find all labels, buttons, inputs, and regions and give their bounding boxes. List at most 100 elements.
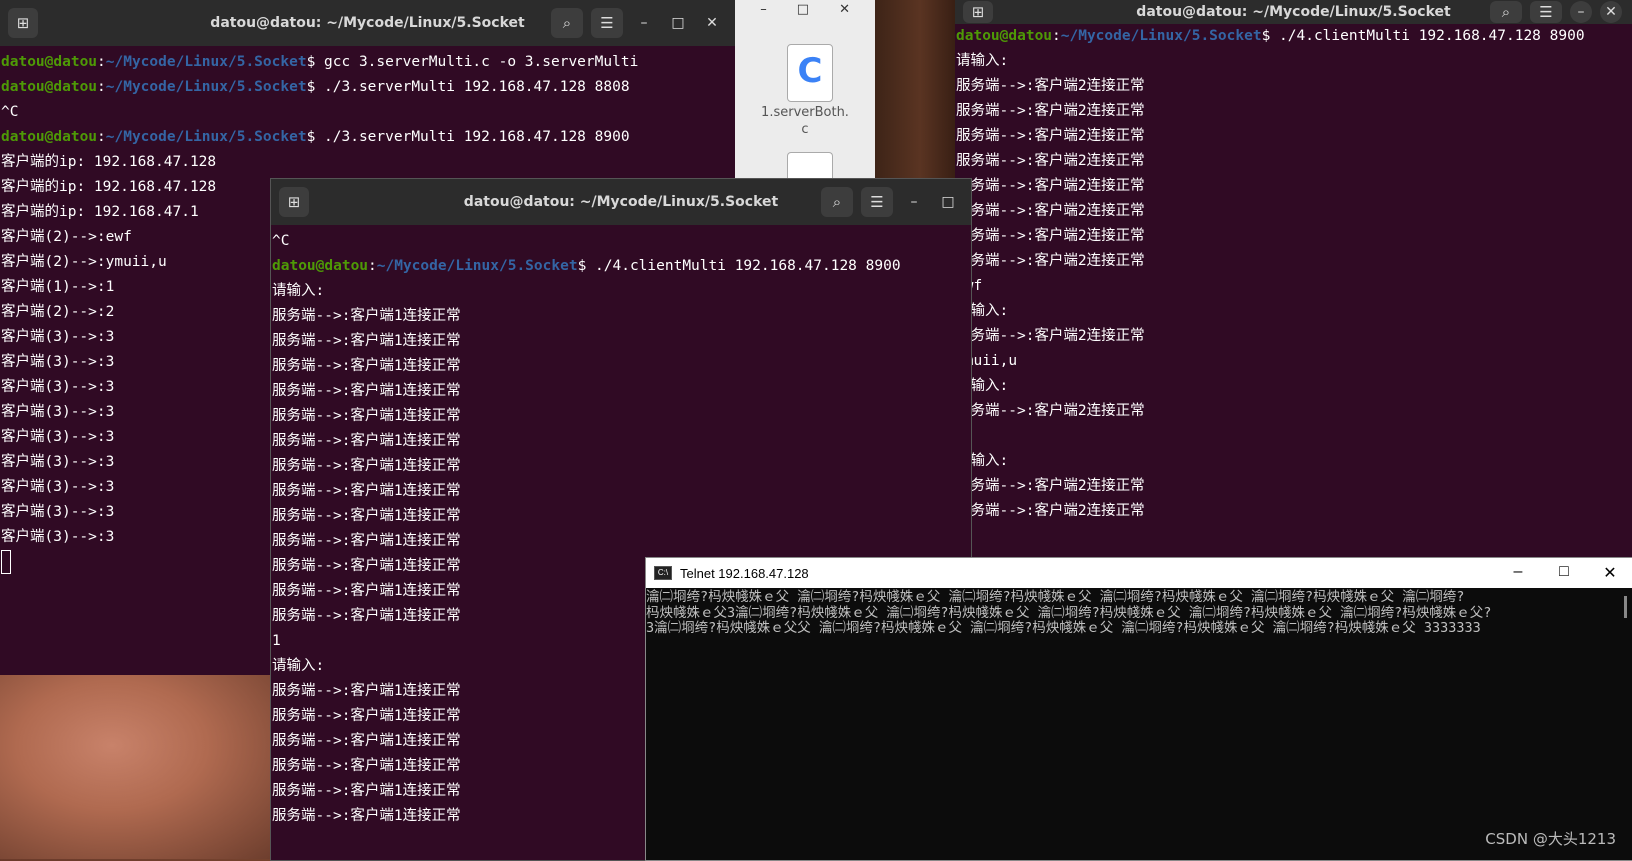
search-button[interactable]: ⌕ [821, 187, 853, 217]
close-button[interactable]: ✕ [1587, 563, 1632, 583]
telnet-titlebar: C:\ Telnet 192.168.47.128 – □ ✕ [646, 558, 1632, 588]
new-tab-icon: ⊞ [971, 3, 985, 21]
output-line: 2 [956, 424, 1632, 449]
minimize-button[interactable]: – [631, 10, 657, 36]
prompt-line: datou@datou:~/Mycode/Linux/5.Socket$ ./4… [956, 28, 1585, 44]
prompt-line: datou@datou:~/Mycode/Linux/5.Socket$ ./3… [1, 129, 630, 145]
search-button[interactable]: ⌕ [1490, 1, 1522, 23]
close-button[interactable]: ✕ [1600, 1, 1622, 23]
output-line: 客户端的ip: 192.168.47.128 [1, 154, 217, 170]
output-line: 服务端-->:客户端2连接正常 [956, 103, 1145, 119]
prompt-line: datou@datou:~/Mycode/Linux/5.Socket$ gcc… [1, 54, 639, 70]
search-icon: ⌕ [562, 14, 572, 32]
minimize-icon: – [1577, 4, 1585, 20]
output-line: 服务端-->:客户端2连接正常 [956, 503, 1145, 519]
output-line: ewf [956, 274, 1632, 299]
minimize-button[interactable]: – [901, 189, 927, 215]
file-icon-letter: C [797, 51, 823, 91]
output-line: 服务端-->:客户端2连接正常 [956, 478, 1145, 494]
output-line: ^C [272, 233, 290, 249]
search-icon: ⌕ [1501, 3, 1511, 21]
menu-button[interactable]: ☰ [1530, 1, 1562, 23]
minimize-button[interactable]: – [1570, 1, 1592, 23]
c-file-icon[interactable]: C [787, 44, 833, 102]
new-tab-button[interactable]: ⊞ [279, 187, 309, 217]
output-lines: 请输入: 服务端-->:客户端2连接正常 服务端-->:客户端2连接正常 服务端-->… [956, 49, 1632, 524]
menu-icon: ☰ [600, 14, 614, 32]
titlebar: ⊞ datou@datou: ~/Mycode/Linux/5.Socket ⌕… [271, 179, 971, 225]
console-icon: C:\ [654, 566, 672, 580]
close-button[interactable]: ✕ [699, 10, 725, 36]
output-line: 服务端-->:客户端1连接正常 [272, 433, 461, 449]
scrollbar[interactable] [1624, 596, 1627, 618]
output-line: 3瀹㈡埛绔?杩炴帴姝ｅ父父 瀹㈡埛绔?杩炴帴姝ｅ父 瀹㈡埛绔?杩炴帴姝ｅ父 瀹㈡… [646, 620, 1481, 636]
output-line: ymuii,u [956, 353, 1018, 369]
output-line: 服务端-->:客户端1连接正常 [272, 333, 461, 349]
maximize-button[interactable]: □ [935, 189, 961, 215]
maximize-button[interactable]: □ [1541, 563, 1587, 583]
new-tab-button[interactable]: ⊞ [963, 1, 993, 23]
file-manager-titlebar: – □ ✕ [735, 0, 875, 24]
close-icon: ✕ [1603, 565, 1617, 582]
close-icon: ✕ [1605, 4, 1617, 20]
output-line: 请输入: [956, 303, 1009, 319]
search-icon: ⌕ [832, 193, 842, 211]
prompt-line: datou@datou:~/Mycode/Linux/5.Socket$ ./4… [272, 258, 901, 274]
minimize-icon[interactable]: – [760, 2, 767, 24]
titlebar: ⊞ datou@datou: ~/Mycode/Linux/5.Socket ⌕… [955, 0, 1632, 24]
output-line: ^C [1, 104, 19, 120]
search-button[interactable]: ⌕ [551, 8, 583, 38]
output-line: 服务端-->:客户端2连接正常 [956, 328, 1145, 344]
output-line: 服务端-->:客户端2连接正常 [956, 203, 1145, 219]
minimize-icon: – [640, 15, 648, 31]
output-line: 服务端-->:客户端1连接正常 [272, 458, 461, 474]
new-tab-icon: ⊞ [287, 193, 301, 211]
output-line: 瀹㈡埛绔?杩炴帴姝ｅ父 瀹㈡埛绔?杩炴帴姝ｅ父 瀹㈡埛绔?杩炴帴姝ｅ父 瀹㈡埛绔… [646, 589, 1465, 605]
new-tab-button[interactable]: ⊞ [8, 8, 38, 38]
watermark: CSDN @大头1213 [1485, 830, 1616, 848]
minimize-icon: – [910, 194, 918, 210]
maximize-icon: □ [941, 194, 955, 210]
output-line: 服务端-->:客户端1连接正常 [272, 533, 461, 549]
file-manager-window: – □ ✕ C 1.serverBoth. c [735, 0, 875, 181]
close-icon: ✕ [706, 15, 718, 31]
new-tab-icon: ⊞ [16, 14, 30, 32]
maximize-icon[interactable]: □ [797, 2, 809, 24]
c-file-icon[interactable] [787, 152, 833, 181]
prompt-line: datou@datou:~/Mycode/Linux/5.Socket$ ./3… [1, 79, 630, 95]
output-line: 服务端-->:客户端1连接正常 [272, 483, 461, 499]
maximize-icon: □ [1559, 563, 1569, 580]
menu-icon: ☰ [870, 193, 884, 211]
titlebar: ⊞ datou@datou: ~/Mycode/Linux/5.Socket ⌕… [0, 0, 735, 46]
file-name[interactable]: 1.serverBoth. c [735, 104, 875, 138]
output-line: 服务端-->:客户端2连接正常 [956, 128, 1145, 144]
output-line: 服务端-->:客户端2连接正常 [956, 153, 1145, 169]
output-line: 请输入: [272, 283, 325, 299]
menu-button[interactable]: ☰ [861, 187, 893, 217]
window-title: Telnet 192.168.47.128 [680, 565, 809, 581]
telnet-window[interactable]: C:\ Telnet 192.168.47.128 – □ ✕ 瀹㈡埛绔?杩炴帴… [645, 557, 1632, 861]
output-line: 请输入: [956, 378, 1009, 394]
output-line: 服务端-->:客户端1连接正常 [272, 383, 461, 399]
output-line: 请输入: [956, 53, 1009, 69]
output-line: 服务端-->:客户端1连接正常 [272, 508, 461, 524]
desktop-wallpaper [0, 670, 280, 859]
output-line: 服务端-->:客户端1连接正常 [272, 358, 461, 374]
menu-button[interactable]: ☰ [591, 8, 623, 38]
output-line: 杩炴帴姝ｅ父3瀹㈡埛绔?杩炴帴姝ｅ父 瀹㈡埛绔?杩炴帴姝ｅ父 瀹㈡埛绔?杩炴帴姝… [646, 604, 1492, 621]
output-line: 服务端-->:客户端2连接正常 [956, 78, 1145, 94]
output-line: 服务端-->:客户端1连接正常 [272, 308, 461, 324]
telnet-output[interactable]: 瀹㈡埛绔?杩炴帴姝ｅ父 瀹㈡埛绔?杩炴帴姝ｅ父 瀹㈡埛绔?杩炴帴姝ｅ父 瀹㈡埛绔… [646, 588, 1632, 637]
minimize-button[interactable]: – [1495, 563, 1541, 583]
output-line: 服务端-->:客户端2连接正常 [956, 403, 1145, 419]
terminal-window-client2[interactable]: ⊞ datou@datou: ~/Mycode/Linux/5.Socket ⌕… [955, 0, 1632, 560]
output-line: 服务端-->:客户端2连接正常 [956, 228, 1145, 244]
output-line: 服务端-->:客户端2连接正常 [956, 178, 1145, 194]
maximize-button[interactable]: □ [665, 10, 691, 36]
terminal-output[interactable]: datou@datou:~/Mycode/Linux/5.Socket$ ./4… [955, 24, 1632, 524]
output-line: 服务端-->:客户端1连接正常 [272, 408, 461, 424]
maximize-icon: □ [671, 15, 685, 31]
minimize-icon: – [1513, 563, 1523, 580]
output-line: 请输入: [956, 453, 1009, 469]
close-icon[interactable]: ✕ [839, 2, 850, 24]
